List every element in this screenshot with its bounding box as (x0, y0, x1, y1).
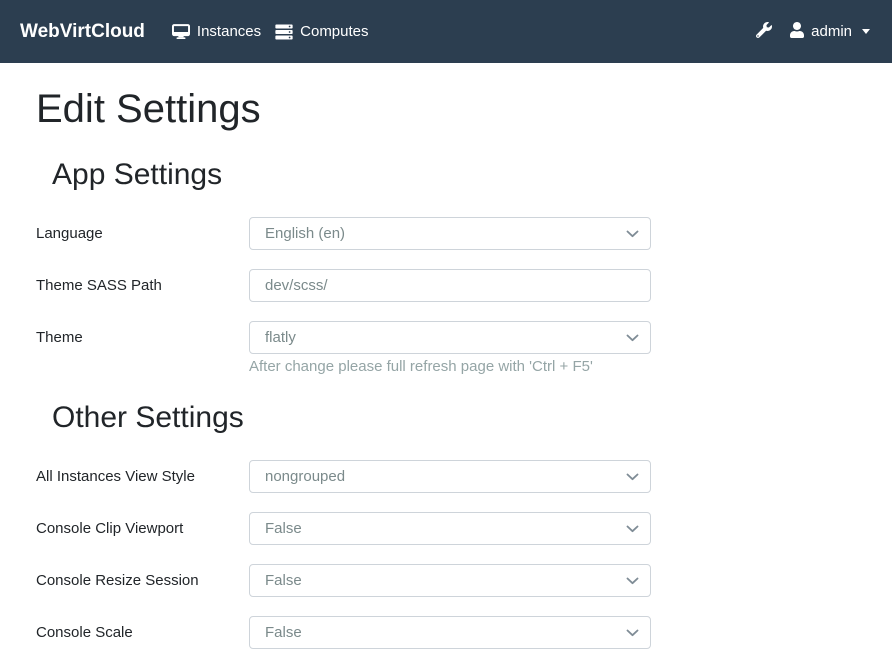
console-resize-session-label: Console Resize Session (36, 572, 249, 589)
console-scale-select[interactable]: False (249, 616, 651, 649)
section-title-app-settings: App Settings (52, 157, 856, 193)
form-row-console-scale: Console Scale False (36, 616, 856, 649)
user-dropdown[interactable]: admin (788, 16, 872, 48)
form-row-all-instances-view-style: All Instances View Style nongrouped (36, 460, 856, 493)
form-row-console-clip-viewport: Console Clip Viewport False (36, 512, 856, 545)
language-label: Language (36, 225, 249, 242)
form-row-theme-sass-path: Theme SASS Path (36, 269, 856, 302)
theme-select[interactable]: flatly (249, 321, 651, 354)
language-select[interactable]: English (en) (249, 217, 651, 250)
user-icon (790, 22, 804, 42)
theme-sass-path-label: Theme SASS Path (36, 277, 249, 294)
console-clip-viewport-select[interactable]: False (249, 512, 651, 545)
server-icon (275, 24, 293, 40)
theme-help-text: After change please full refresh page wi… (249, 358, 651, 376)
console-scale-label: Console Scale (36, 624, 249, 641)
monitor-icon (172, 24, 190, 40)
brand-logo[interactable]: WebVirtCloud (20, 21, 145, 43)
form-row-theme: Theme flatly After change please full re… (36, 321, 856, 376)
settings-tools-button[interactable] (750, 16, 778, 48)
all-instances-view-style-select[interactable]: nongrouped (249, 460, 651, 493)
all-instances-view-style-label: All Instances View Style (36, 468, 249, 485)
nav-item-label: Computes (300, 23, 368, 40)
wrench-icon (756, 22, 772, 42)
caret-down-icon (862, 29, 870, 34)
theme-label: Theme (36, 321, 249, 354)
navbar-right: admin (750, 16, 872, 48)
theme-sass-path-input[interactable] (249, 269, 651, 302)
user-name: admin (811, 23, 852, 40)
top-navbar: WebVirtCloud Instances Computes (0, 0, 892, 63)
section-title-other-settings: Other Settings (52, 400, 856, 436)
main-content: Edit Settings App Settings Language Engl… (0, 85, 892, 649)
form-row-console-resize-session: Console Resize Session False (36, 564, 856, 597)
nav-item-label: Instances (197, 23, 261, 40)
nav-item-instances[interactable]: Instances (165, 17, 268, 46)
console-resize-session-select[interactable]: False (249, 564, 651, 597)
console-clip-viewport-label: Console Clip Viewport (36, 520, 249, 537)
page-title: Edit Settings (36, 85, 856, 133)
nav-item-computes[interactable]: Computes (268, 17, 375, 46)
form-row-language: Language English (en) (36, 217, 856, 250)
